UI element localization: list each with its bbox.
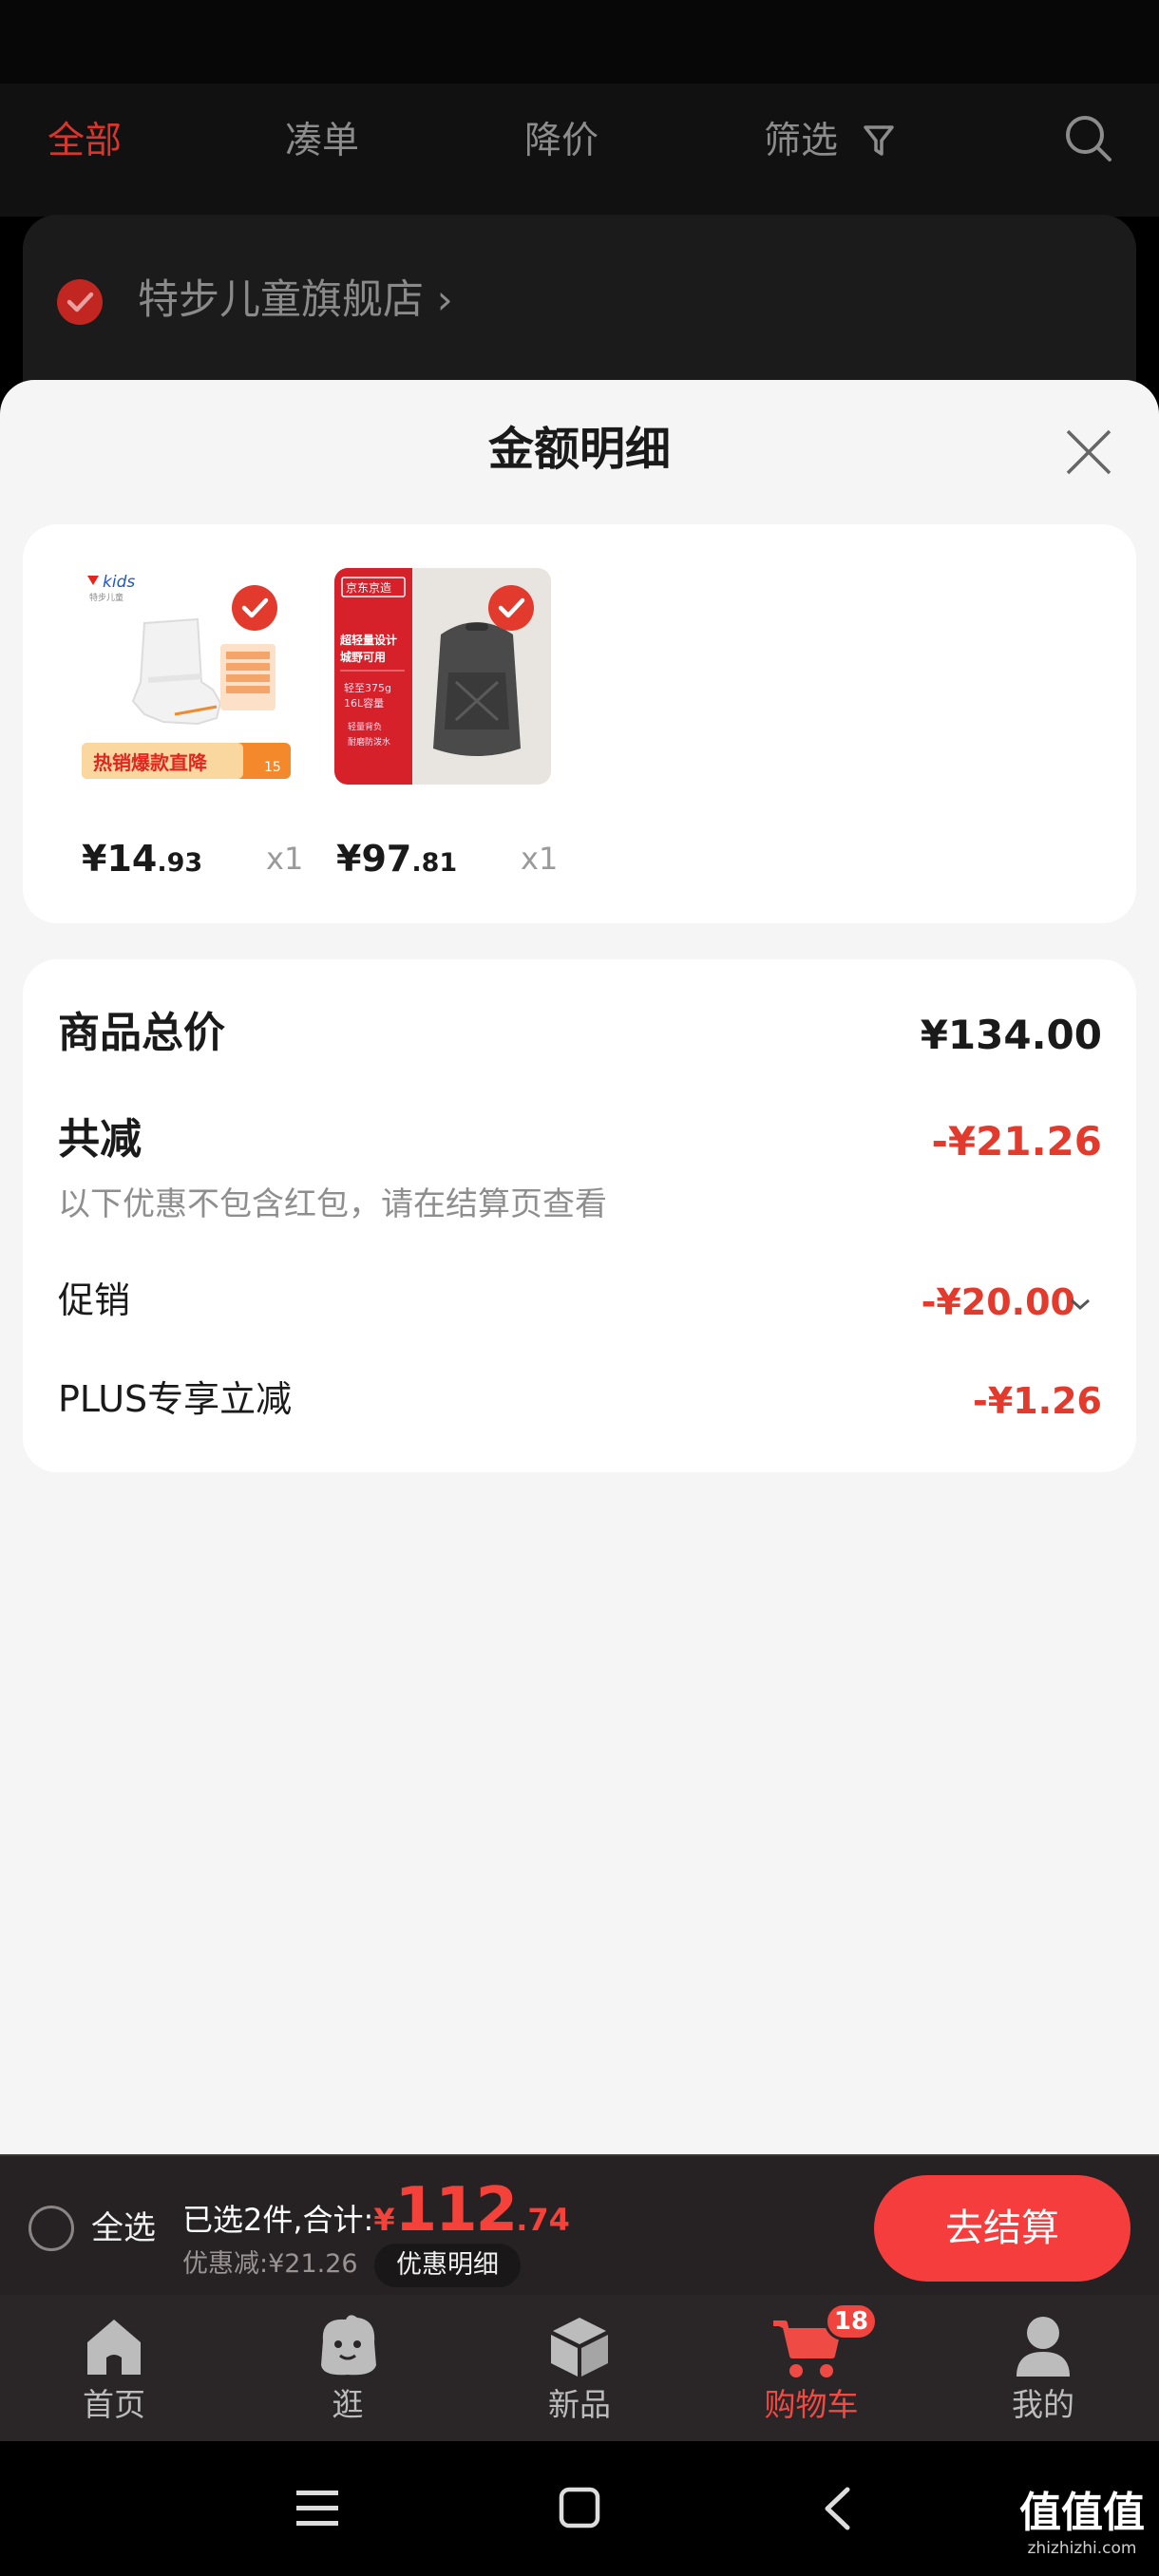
- tab-all[interactable]: 全部: [48, 118, 122, 165]
- filter-icon[interactable]: [863, 123, 895, 160]
- chevron-down-icon[interactable]: [1070, 1297, 1091, 1311]
- close-icon[interactable]: [1062, 426, 1115, 479]
- total-discount-value: -¥21.26: [931, 1118, 1102, 1165]
- product-price: ¥14.93: [82, 838, 203, 880]
- discount-amount: 优惠减:¥21.26: [182, 2249, 358, 2279]
- total-price-value: ¥134.00: [920, 1012, 1102, 1058]
- checkout-button[interactable]: 去结算: [874, 2175, 1130, 2282]
- app-screen: { "tabs":[{"label":"全部"},{"label":"凑单"},…: [0, 0, 1159, 2576]
- status-bar: [0, 0, 1159, 84]
- selected-summary: 已选2件,合计:¥112.74: [182, 2175, 570, 2245]
- product-check-icon[interactable]: [232, 585, 277, 631]
- svg-text:轻量背负: 轻量背负: [348, 721, 382, 732]
- cart-count-badge: 18: [825, 2302, 878, 2340]
- svg-text:16L容量: 16L容量: [344, 696, 384, 710]
- product-quantity: x1: [266, 841, 304, 877]
- svg-text:轻至375g: 轻至375g: [344, 681, 391, 694]
- menu-icon[interactable]: [296, 2489, 338, 2527]
- nav-item-home[interactable]: 首页: [48, 2308, 180, 2432]
- svg-text:城野可用: 城野可用: [340, 650, 386, 664]
- svg-text:超轻量设计: 超轻量设计: [339, 633, 397, 647]
- svg-text:15: 15: [264, 760, 281, 775]
- product-quantity: x1: [521, 841, 559, 877]
- discount-note: 以下优惠不包含红包，请在结算页查看: [58, 1185, 607, 1223]
- watermark: 值值值 zhizhizhi.com: [1019, 2489, 1145, 2558]
- nav-item-profile[interactable]: 我的: [977, 2308, 1110, 2432]
- plus-discount-value: -¥1.26: [973, 1380, 1102, 1422]
- tab-filter[interactable]: 筛选: [764, 118, 838, 165]
- cube-icon: [551, 2318, 608, 2377]
- brand-logo: kids: [103, 573, 135, 592]
- total-amount: 112: [394, 2175, 519, 2245]
- product-price: ¥97.81: [336, 838, 458, 880]
- promo-label: 促销: [58, 1279, 131, 1321]
- store-check-icon[interactable]: [57, 279, 103, 325]
- total-discount-label: 共减: [58, 1115, 142, 1164]
- svg-text:京东京造: 京东京造: [346, 581, 391, 595]
- svg-text:特步儿童: 特步儿童: [89, 592, 124, 603]
- search-icon[interactable]: [1064, 114, 1113, 163]
- discount-detail-button[interactable]: 优惠明细: [374, 2244, 521, 2287]
- select-all-radio[interactable]: [28, 2206, 74, 2251]
- tab-bundle[interactable]: 凑单: [285, 118, 359, 165]
- plus-discount-label: PLUS专享立减: [58, 1378, 293, 1420]
- home-square-icon[interactable]: [559, 2487, 600, 2529]
- svg-text:耐磨防泼水: 耐磨防泼水: [348, 736, 390, 748]
- promo-value[interactable]: -¥20.00: [922, 1277, 1075, 1328]
- tab-price-drop[interactable]: 降价: [524, 118, 598, 165]
- product-check-icon[interactable]: [488, 585, 534, 631]
- nav-item-cart[interactable]: 购物车 18: [745, 2302, 878, 2432]
- explore-icon: [321, 2315, 376, 2376]
- svg-text:热销爆款直降: 热销爆款直降: [93, 751, 208, 774]
- total-price-label: 商品总价: [58, 1009, 225, 1057]
- sheet-title: 金额明细: [487, 423, 671, 476]
- nav-item-new[interactable]: 新品: [513, 2308, 646, 2432]
- profile-icon: [1016, 2317, 1070, 2377]
- back-icon[interactable]: [823, 2487, 851, 2530]
- store-name[interactable]: 特步儿童旗舰店 ›: [138, 272, 453, 329]
- nav-item-explore[interactable]: 逛: [281, 2308, 414, 2432]
- select-all-label[interactable]: 全选: [91, 2206, 156, 2251]
- home-icon: [87, 2320, 141, 2375]
